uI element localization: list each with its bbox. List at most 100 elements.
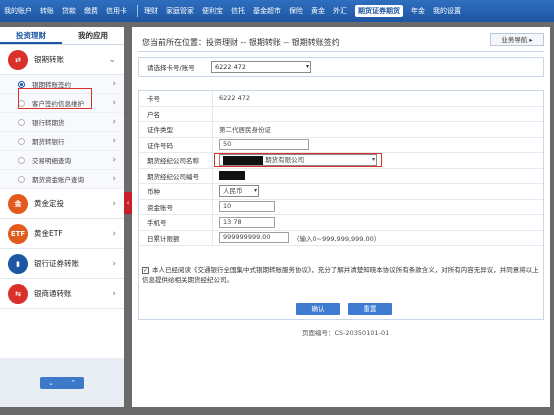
- nav-item[interactable]: 年金: [411, 6, 425, 16]
- section-label: 黄金ETF: [34, 229, 63, 238]
- nav-left-group: 我的账户 转账 贷款 缴费 信用卡: [4, 6, 135, 16]
- fund-account-input[interactable]: 10: [219, 201, 275, 213]
- phone-input[interactable]: 13 78: [219, 216, 275, 228]
- bank-securities-icon: ▮: [8, 253, 28, 274]
- nav-item[interactable]: 信托: [231, 6, 245, 16]
- radio-dot-icon: [18, 80, 25, 88]
- bank-merchant-icon: ⇆: [8, 283, 28, 304]
- row-name: 户名: [139, 106, 543, 122]
- field-label: 证件号码: [139, 137, 213, 152]
- section-futures-transfer[interactable]: ⇄ 银期转账 ⌄: [0, 45, 124, 75]
- chevron-down-icon: ⌄: [48, 378, 54, 387]
- tab-my-apps[interactable]: 我的应用: [62, 27, 124, 44]
- subitem-bank-to-futures[interactable]: 银行转期货 ›: [0, 113, 124, 132]
- currency-select[interactable]: 人民币 ▾: [219, 185, 259, 198]
- nav-item[interactable]: 转账: [40, 6, 54, 16]
- nav-item[interactable]: 基金超市: [253, 6, 281, 16]
- reset-button[interactable]: 重置: [348, 303, 392, 315]
- section-label: 黄金定投: [34, 199, 64, 208]
- agreement-body: 本人已经阅读《交通银行全国集中式银期转账服务协议》，充分了解并清楚知晓本协议所有…: [142, 266, 539, 284]
- radio-dot-icon: [18, 118, 25, 126]
- section-bank-merchant[interactable]: ⇆ 银商通转账 ›: [0, 279, 124, 309]
- chevron-right-icon: ›: [112, 79, 116, 89]
- chevron-right-icon: ›: [112, 288, 116, 299]
- chevron-down-icon: ▾: [305, 63, 309, 70]
- field-label: 户名: [139, 106, 213, 121]
- nav-item[interactable]: 信用卡: [106, 6, 127, 16]
- row-phone: 手机号 13 78: [139, 215, 543, 231]
- chevron-right-icon: ›: [112, 155, 116, 165]
- sidebar-tabs: 投资理财 我的应用: [0, 27, 124, 45]
- subitem-label: 银行转期货: [32, 119, 65, 127]
- subitem-label: 期货转银行: [32, 138, 65, 146]
- row-card-no: 卡号 6222 472: [139, 91, 543, 107]
- subitem-futures-account-query[interactable]: 期货资金账户查询 ›: [0, 170, 124, 189]
- nav-item[interactable]: 我的账户: [4, 6, 32, 16]
- field-label: 卡号: [139, 91, 213, 106]
- nav-item[interactable]: 期货证券期货: [355, 5, 403, 17]
- page-number: 页面编号：CS-20350101-01: [302, 329, 390, 337]
- nav-item[interactable]: 我的设置: [433, 6, 461, 16]
- chevron-right-icon: ›: [112, 198, 116, 209]
- subitem-label: 交易明细查询: [32, 157, 71, 165]
- chevron-down-icon: ▾: [253, 187, 257, 195]
- row-id-no: 证件号码 50: [139, 137, 543, 153]
- nav-right-group: 理财 家庭管家 便利宝 信托 基金超市 保险 黄金 外汇 期货证券期货 年金 我的设置: [144, 5, 469, 17]
- highlight-box-company: [214, 153, 382, 167]
- card-select[interactable]: 6222 472 ▾: [211, 61, 311, 73]
- daily-limit-input[interactable]: 999999999.00: [219, 232, 289, 244]
- row-fund-account: 资金账号 10: [139, 199, 543, 215]
- confirm-button[interactable]: 确认: [296, 303, 340, 315]
- nav-item[interactable]: 贷款: [62, 6, 76, 16]
- row-company-no: 期货经纪公司编号: [139, 168, 543, 184]
- nav-item[interactable]: 便利宝: [202, 6, 223, 16]
- chevron-right-icon: ›: [112, 98, 116, 108]
- row-daily-limit: 日累计限额 999999999.00 （输入0~999,999,999.00）: [139, 230, 543, 246]
- subitem-futures-to-bank[interactable]: 期货转银行 ›: [0, 132, 124, 151]
- subitem-label: 期货资金账户查询: [32, 176, 84, 184]
- radio-dot-icon: [18, 175, 25, 183]
- nav-item[interactable]: 理财: [144, 6, 158, 16]
- chevron-down-icon: ⌄: [108, 54, 116, 65]
- section-gold-etf[interactable]: ETF 黄金ETF ›: [0, 219, 124, 249]
- chevron-right-icon: ›: [112, 258, 116, 269]
- row-currency: 币种 人民币 ▾: [139, 184, 543, 200]
- section-label: 银商通转账: [34, 289, 72, 298]
- radio-dot-icon: [18, 137, 25, 145]
- field-label: 证件类型: [139, 122, 213, 137]
- main-panel: 您当前所在位置：投资理财 -- 银期转账 -- 银期转账签约 业务导航 ▸ 请选…: [132, 27, 550, 407]
- card-select-row: 请选择卡号/账号 6222 472 ▾: [138, 57, 544, 77]
- top-navigation: 我的账户 转账 贷款 缴费 信用卡 理财 家庭管家 便利宝 信托 基金超市 保险 黄金 外汇 期货证券期…: [0, 0, 554, 22]
- card-no-value: 6222 472: [219, 94, 251, 103]
- futures-transfer-icon: ⇄: [8, 49, 28, 70]
- chevron-right-icon: ›: [112, 117, 116, 127]
- nav-item[interactable]: 保险: [289, 6, 303, 16]
- sign-form: 卡号 6222 472 户名 证件类型 第二代居民身份证 证件号码 50 期货经纪公司…: [138, 90, 544, 320]
- scroll-arrows-button[interactable]: ⌄ ⌃: [40, 376, 84, 389]
- tab-investment[interactable]: 投资理财: [0, 27, 62, 44]
- chevron-right-icon: ›: [112, 136, 116, 146]
- id-no-input[interactable]: 50: [219, 139, 309, 151]
- section-gold-invest[interactable]: 金 黄金定投 ›: [0, 189, 124, 219]
- agree-checkbox[interactable]: ✓: [142, 266, 149, 274]
- currency-value: 人民币: [223, 187, 243, 196]
- subitem-transaction-query[interactable]: 交易明细查询 ›: [0, 151, 124, 170]
- card-select-value: 6222 472: [215, 63, 247, 71]
- nav-item[interactable]: 黄金: [311, 6, 325, 16]
- nav-divider: [137, 5, 138, 17]
- field-label: 币种: [139, 184, 213, 199]
- id-type-value: 第二代居民身份证: [219, 126, 271, 135]
- section-label: 银期转账: [34, 55, 64, 64]
- nav-item[interactable]: 外汇: [333, 6, 347, 16]
- chevron-right-icon: ›: [112, 228, 116, 239]
- section-bank-securities[interactable]: ▮ 银行证券转账 ›: [0, 249, 124, 279]
- radio-dot-icon: [18, 156, 25, 164]
- gold-invest-icon: 金: [8, 193, 28, 214]
- nav-item[interactable]: 家庭管家: [166, 6, 194, 16]
- collapse-sidebar-button[interactable]: ‹: [124, 192, 132, 214]
- business-guide-button[interactable]: 业务导航 ▸: [490, 33, 544, 46]
- field-label: 期货经纪公司名称: [139, 153, 213, 168]
- nav-item[interactable]: 缴费: [84, 6, 98, 16]
- divider: [138, 51, 544, 52]
- field-label: 资金账号: [139, 199, 213, 214]
